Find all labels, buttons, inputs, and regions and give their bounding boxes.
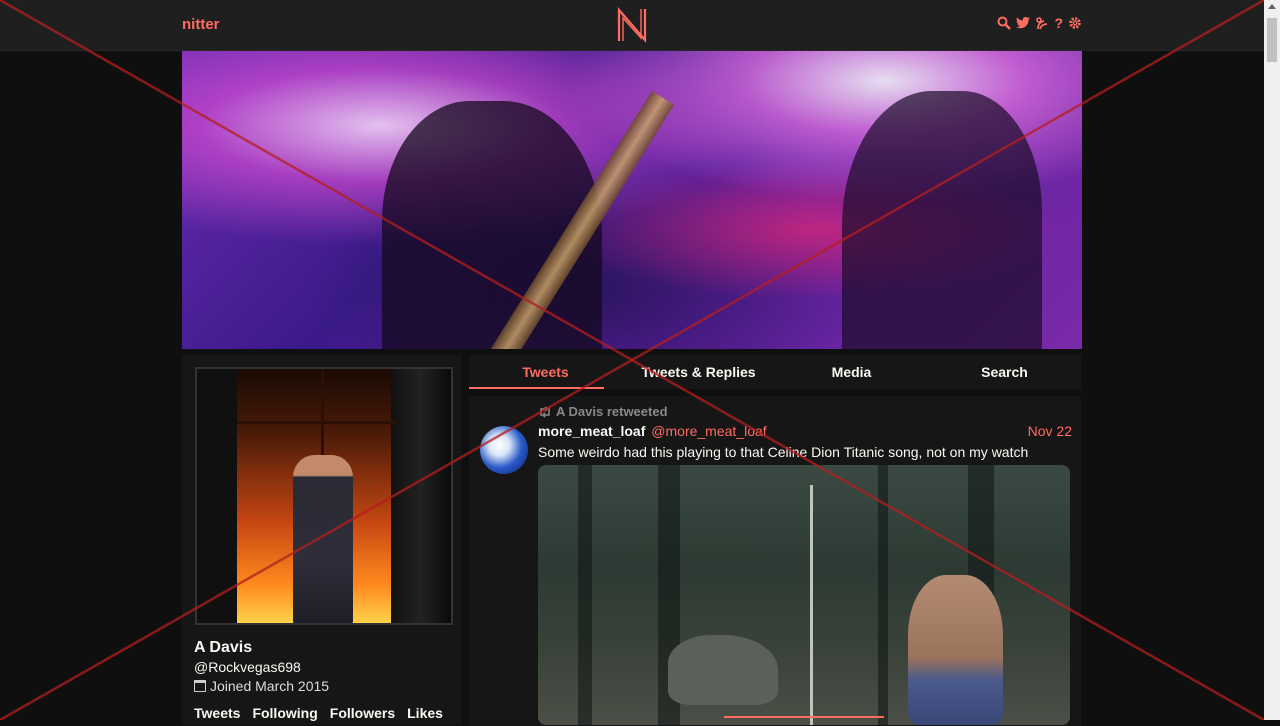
media-pole [810, 485, 813, 725]
banner-guitar-neck-2 [1073, 268, 1082, 349]
nav-icons: ? [997, 15, 1082, 31]
rss-icon[interactable] [1035, 15, 1049, 31]
profile-username[interactable]: @Rockvegas698 [194, 659, 301, 675]
brand-link[interactable]: nitter [182, 16, 220, 33]
profile-stats: Tweets Following Followers Likes [194, 705, 455, 721]
avatar-person [293, 455, 353, 623]
scroll-thumb[interactable] [1267, 18, 1277, 62]
scroll-up-icon[interactable] [1268, 4, 1276, 9]
profile-avatar[interactable] [195, 367, 453, 625]
retweet-icon [540, 405, 550, 418]
gear-icon[interactable] [1068, 15, 1082, 31]
search-icon[interactable] [997, 15, 1012, 31]
tweet-text: Some weirdo had this playing to that Cel… [538, 444, 1029, 460]
tweet-date[interactable]: Nov 22 [1028, 423, 1072, 439]
media-person [908, 575, 1003, 725]
tweet-header: more_meat_loaf @more_meat_loaf Nov 22 [538, 423, 1072, 439]
banner-figure-right [842, 91, 1042, 349]
window-frame-horizontal [237, 421, 397, 424]
media-rock [668, 635, 778, 705]
retweet-label[interactable]: A Davis retweeted [556, 404, 668, 419]
tweet-fullname[interactable]: more_meat_loaf [538, 423, 645, 439]
retweet-header: A Davis retweeted [538, 404, 668, 419]
timeline-tabs: Tweets Tweets & Replies Media Search [469, 355, 1081, 389]
stat-followers[interactable]: Followers [330, 705, 395, 721]
tweet-username[interactable]: @more_meat_loaf [651, 423, 766, 439]
tab-tweets[interactable]: Tweets [469, 355, 622, 389]
nitter-logo-icon[interactable] [616, 7, 648, 43]
tab-tweets-replies[interactable]: Tweets & Replies [622, 355, 775, 389]
help-icon[interactable]: ? [1054, 15, 1063, 31]
calendar-icon [194, 680, 206, 692]
tab-search[interactable]: Search [928, 355, 1081, 389]
profile-fullname[interactable]: A Davis [194, 639, 252, 657]
stat-likes[interactable]: Likes [407, 705, 443, 721]
avatar-bg-left [197, 369, 237, 623]
profile-join-date: Joined March 2015 [194, 678, 329, 694]
avatar-bg-right [391, 369, 451, 623]
media-tree-1 [578, 465, 592, 725]
join-date-text: Joined March 2015 [210, 678, 330, 694]
media-tree-3 [878, 465, 888, 725]
tab-media[interactable]: Media [775, 355, 928, 389]
stat-following[interactable]: Following [252, 705, 317, 721]
twitter-bird-icon[interactable] [1016, 15, 1031, 31]
video-progress-bar[interactable] [724, 716, 884, 718]
page-scrollbar[interactable] [1264, 0, 1280, 720]
stat-tweets[interactable]: Tweets [194, 705, 240, 721]
tweet-avatar[interactable] [480, 426, 528, 474]
tweet-video[interactable] [538, 465, 1070, 725]
navbar: nitter ? [0, 0, 1264, 51]
profile-banner[interactable] [182, 51, 1082, 349]
